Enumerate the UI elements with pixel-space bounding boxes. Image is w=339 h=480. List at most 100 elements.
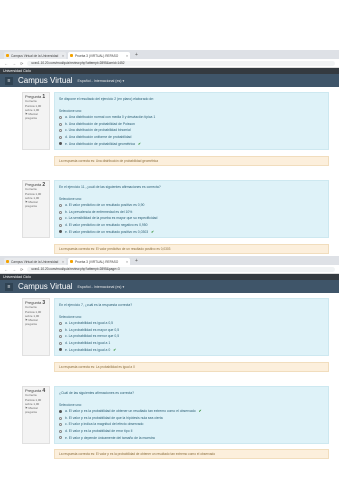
- flag-question-link[interactable]: ⚑ Marcar pregunta: [25, 406, 47, 415]
- answer-option[interactable]: d. El valor predictivo de un resultado n…: [59, 222, 324, 229]
- correct-check-icon: ✔: [198, 409, 202, 414]
- radio-button[interactable]: [59, 122, 62, 126]
- question-number: 4: [42, 388, 46, 394]
- radio-button-selected[interactable]: [59, 348, 62, 352]
- answer-option-selected[interactable]: e. Una distribución de probabilidad geom…: [59, 141, 324, 148]
- favicon-icon: [70, 260, 73, 263]
- close-tab-icon[interactable]: ×: [126, 260, 128, 264]
- favicon-icon: [6, 54, 9, 57]
- answer-option[interactable]: c. La probabilidad es menor que 0,5: [59, 333, 324, 340]
- close-tab-icon[interactable]: ×: [126, 54, 128, 58]
- question-1: Pregunta 1 Correcta Puntúa 1,00 sobre 1,…: [0, 92, 339, 150]
- radio-button[interactable]: [59, 423, 62, 427]
- question-text: Se dispone el resultado del ejercicio 2 …: [59, 97, 155, 101]
- new-tab-icon[interactable]: +: [132, 52, 141, 59]
- answer-option[interactable]: b. La probabilidad es mayor que 0,5: [59, 327, 324, 334]
- close-tab-icon[interactable]: ×: [62, 54, 64, 58]
- answer-option[interactable]: a. La probabilidad es igual a 0,5: [59, 320, 324, 327]
- language-menu[interactable]: Español - Internacional (es) ▾: [78, 285, 125, 289]
- browser-window-bottom: Campus Virtual de la Universidad × Prueba…: [0, 256, 339, 460]
- site-navbar: ≡ Campus Virtual Español - Internacional…: [0, 74, 339, 87]
- select-label: Seleccione una:: [59, 402, 82, 407]
- answer-option-selected[interactable]: e. El valor predictivo de un resultado p…: [59, 229, 324, 236]
- menu-icon[interactable]: ≡: [5, 282, 13, 291]
- tab-strip: Campus Virtual de la Universidad × Prueba…: [0, 50, 339, 59]
- radio-button-selected[interactable]: [59, 230, 62, 234]
- back-icon[interactable]: ←: [4, 61, 8, 66]
- answer-option[interactable]: d. Una distribución uniforme de probabil…: [59, 134, 324, 141]
- reload-icon[interactable]: ⟳: [20, 267, 23, 272]
- answer-option[interactable]: d. La probabilidad es igual a 1: [59, 340, 324, 347]
- radio-button[interactable]: [59, 115, 62, 119]
- correct-check-icon: ✔: [113, 347, 117, 352]
- radio-button[interactable]: [59, 436, 62, 440]
- radio-button[interactable]: [59, 321, 62, 325]
- question-info: Pregunta 1 Correcta Puntúa 1,00 sobre 1,…: [22, 92, 50, 150]
- answer-option[interactable]: d. El valor p es la probabilidad de erro…: [59, 428, 324, 435]
- select-label: Seleccione una:: [59, 314, 82, 319]
- radio-button[interactable]: [59, 341, 62, 345]
- answer-option[interactable]: b. Una distribución de probabilidad de P…: [59, 121, 324, 128]
- radio-button[interactable]: [59, 135, 62, 139]
- question-content: Se dispone el resultado del ejercicio 2 …: [54, 92, 329, 150]
- question-score: Puntúa 1,00 sobre 1,00: [25, 191, 42, 200]
- select-label: Seleccione una:: [59, 196, 82, 201]
- browser-tab[interactable]: Campus Virtual de la Universidad ×: [4, 258, 66, 265]
- url-input[interactable]: ucsv1.10.20.com/mod/quiz/review.php?atte…: [27, 60, 335, 66]
- browser-tab-active[interactable]: Prueba 3 (VIRTUAL) REPASO ×: [68, 52, 130, 59]
- favicon-icon: [6, 260, 9, 263]
- reload-icon[interactable]: ⟳: [20, 61, 23, 66]
- answer-option[interactable]: a. Una distribución normal con media 0 y…: [59, 114, 324, 121]
- radio-button-selected[interactable]: [59, 142, 62, 146]
- menu-icon[interactable]: ≡: [5, 76, 13, 85]
- radio-button[interactable]: [59, 129, 62, 133]
- question-text: En el ejercicio 7, ¿cuál es la respuesta…: [59, 303, 133, 307]
- answer-option-selected[interactable]: a. El valor p es la probabilidad de obte…: [59, 408, 324, 415]
- forward-icon[interactable]: →: [12, 61, 16, 66]
- question-info: Pregunta 4 Correcta Puntúa 1,00 sobre 1,…: [22, 386, 50, 444]
- question-number: 1: [42, 94, 46, 100]
- browser-window-top: Campus Virtual de la Universidad × Prueba…: [0, 50, 339, 256]
- correct-answer-feedback: La respuesta correcta es: Una distribuci…: [54, 156, 329, 166]
- radio-button[interactable]: [59, 217, 62, 221]
- radio-button-selected[interactable]: [59, 409, 62, 413]
- radio-button[interactable]: [59, 210, 62, 214]
- question-score: Puntúa 1,00 sobre 1,00: [25, 103, 42, 112]
- flag-question-link[interactable]: ⚑ Marcar pregunta: [25, 112, 47, 121]
- radio-button[interactable]: [59, 335, 62, 339]
- flag-question-link[interactable]: ⚑ Marcar pregunta: [25, 318, 47, 327]
- question-text: En el ejercicio 11, ¿cuál de las siguien…: [59, 185, 161, 189]
- answer-option[interactable]: b. La prevalencia de enfermedad es del 1…: [59, 209, 324, 216]
- radio-button[interactable]: [59, 328, 62, 332]
- radio-button[interactable]: [59, 429, 62, 433]
- answer-option[interactable]: c. Una distribución de probabilidad bino…: [59, 127, 324, 134]
- new-tab-icon[interactable]: +: [132, 258, 141, 265]
- browser-tab-active[interactable]: Prueba 3 (VIRTUAL) REPASO ×: [68, 258, 130, 265]
- radio-button[interactable]: [59, 223, 62, 227]
- site-navbar: ≡ Campus Virtual Español - Internacional…: [0, 280, 339, 293]
- answer-option[interactable]: b. El valor p es la probabilidad de que …: [59, 415, 324, 422]
- site-name[interactable]: Campus Virtual: [18, 282, 73, 291]
- question-content: En el ejercicio 7, ¿cuál es la respuesta…: [54, 298, 329, 356]
- close-tab-icon[interactable]: ×: [62, 260, 64, 264]
- favicon-icon: [70, 54, 73, 57]
- forward-icon[interactable]: →: [12, 267, 16, 272]
- question-3: Pregunta 3 Correcta Puntúa 1,00 sobre 1,…: [0, 298, 339, 356]
- address-bar: ← → ⟳ ucsv1.10.20.com/mod/quiz/review.ph…: [0, 59, 339, 68]
- answer-option[interactable]: c. El valor p indica la magnitud del efe…: [59, 421, 324, 428]
- back-icon[interactable]: ←: [4, 267, 8, 272]
- answer-option[interactable]: c. La sensibilidad de la prueba es mayor…: [59, 215, 324, 222]
- answer-option-selected[interactable]: e. La probabilidad es igual a 0 ✔: [59, 347, 324, 354]
- radio-button[interactable]: [59, 203, 62, 207]
- question-number: 3: [42, 300, 46, 306]
- answer-option[interactable]: a. El valor predictivo de un resultado p…: [59, 202, 324, 209]
- url-input[interactable]: ucsv1.10.20.com/mod/quiz/review.php?atte…: [27, 266, 335, 272]
- browser-tab[interactable]: Campus Virtual de la Universidad ×: [4, 52, 66, 59]
- answer-option[interactable]: e. El valor p depende únicamente del tam…: [59, 435, 324, 442]
- flag-question-link[interactable]: ⚑ Marcar pregunta: [25, 200, 47, 209]
- radio-button[interactable]: [59, 416, 62, 420]
- site-name[interactable]: Campus Virtual: [18, 76, 73, 85]
- language-menu[interactable]: Español - Internacional (es) ▾: [78, 79, 125, 83]
- tab-strip: Campus Virtual de la Universidad × Prueba…: [0, 256, 339, 265]
- question-info: Pregunta 2 Correcta Puntúa 1,00 sobre 1,…: [22, 180, 50, 238]
